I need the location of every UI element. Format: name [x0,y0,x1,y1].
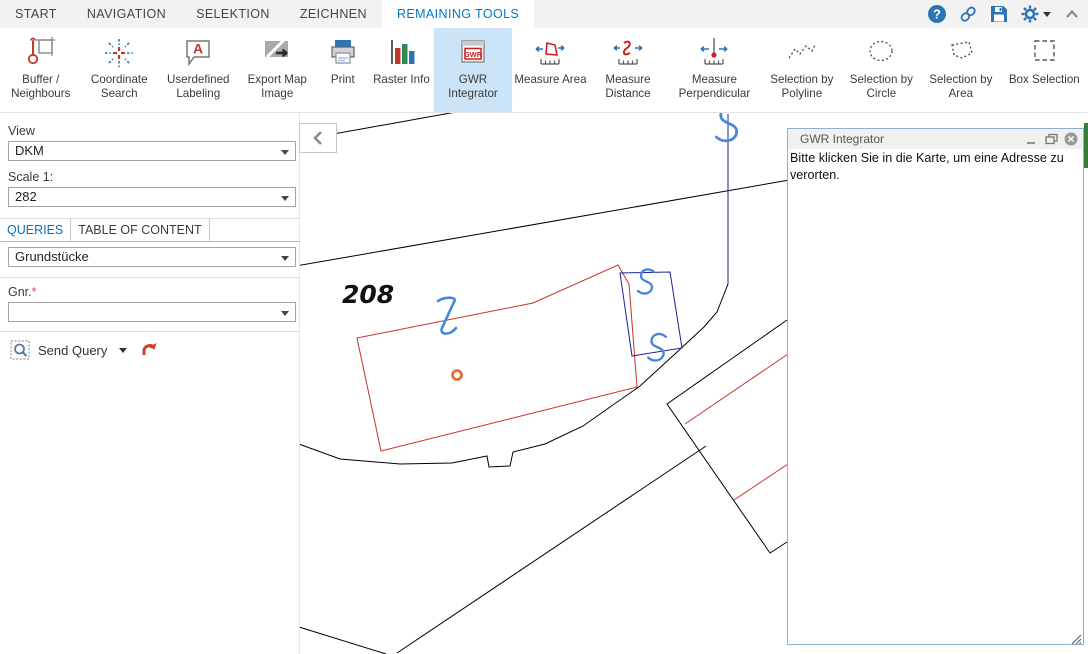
tool-export-map-image[interactable]: Export Map Image [237,28,316,112]
close-icon[interactable] [1063,132,1079,146]
view-select[interactable]: DKM [8,141,296,161]
send-query-icon [10,340,30,360]
map-z-symbol [438,298,456,334]
divider [0,331,300,332]
sidebar: View DKM Scale 1: 282 QUERIES TABLE OF C… [0,113,300,654]
svg-text:GWR: GWR [464,50,483,59]
map-parcel2-boundary [667,320,787,553]
map-s-symbol [638,269,654,293]
gnr-select[interactable] [8,302,296,322]
tool-userdefined-labeling[interactable]: A Userdefined Labeling [159,28,238,112]
buffer-neighbours-icon [24,34,58,72]
collapse-ribbon-icon[interactable] [1062,4,1082,24]
query-select[interactable]: Grundstücke [8,247,296,267]
toolbar: Buffer / Neighbours Coordinate Search A … [0,28,1088,113]
map-s-symbol [648,334,666,360]
raster-info-icon [384,34,418,72]
divider [0,277,300,278]
gwr-integrator-icon: GWR [456,34,490,72]
print-icon [326,34,360,72]
userdefined-labeling-icon: A [181,34,215,72]
restore-icon[interactable] [1043,132,1059,146]
tool-raster-info[interactable]: Raster Info [369,28,435,112]
map-road-edge [397,446,706,653]
chevron-left-icon [311,130,325,146]
svg-text:A: A [193,41,203,57]
menu-item-zeichnen[interactable]: ZEICHNEN [285,0,382,28]
gnr-label: Gnr.* [8,285,37,299]
panel-title: GWR Integrator [788,132,1023,146]
panel-titlebar[interactable]: GWR Integrator [788,129,1083,149]
panel-message: Bitte klicken Sie in die Karte, um eine … [788,149,1083,184]
help-icon[interactable]: ? [927,4,947,24]
tool-measure-area[interactable]: Measure Area [512,28,590,112]
view-label: View [8,124,35,138]
tab-queries[interactable]: QUERIES [0,219,71,241]
settings-caret-icon [1043,12,1051,17]
link-icon[interactable] [958,4,978,24]
map-building2-wall-a [685,354,788,424]
map-building2-wall-b [734,464,788,500]
send-query-button[interactable]: Send Query [38,343,107,358]
chevron-down-icon [281,311,289,316]
chevron-down-icon [281,256,289,261]
required-asterisk: * [32,285,37,299]
gwr-integrator-panel: GWR Integrator Bitte klicken Sie in die … [787,128,1084,645]
save-icon[interactable] [989,4,1009,24]
map-parcel-number: 208 [342,280,394,309]
export-map-image-icon [260,34,294,72]
send-query-row: Send Query [10,339,161,361]
scale-select[interactable]: 282 [8,187,296,207]
scale-label: Scale 1: [8,170,53,184]
sidebar-tabstrip: QUERIES TABLE OF CONTENT [0,218,300,242]
sidebar-collapse-button[interactable] [299,123,337,153]
map-parcel-boundary-sw [300,627,386,654]
coordinate-search-icon [102,34,136,72]
selection-polyline-icon [785,34,819,72]
measure-perpendicular-icon [697,34,731,72]
map-parcel-boundary-south [300,284,728,467]
menu-item-remaining-tools[interactable]: REMAINING TOOLS [382,0,534,28]
scrollbar-indicator[interactable] [1084,123,1088,168]
menubar: START NAVIGATION SELEKTION ZEICHNEN REMA… [0,0,1088,28]
tool-buffer-neighbours[interactable]: Buffer / Neighbours [2,28,80,112]
tool-coordinate-search[interactable]: Coordinate Search [80,28,159,112]
tool-selection-by-area[interactable]: Selection by Area [921,28,1000,112]
chevron-down-icon [281,150,289,155]
measure-area-icon [533,34,567,72]
tool-measure-perpendicular[interactable]: Measure Perpendicular [667,28,762,112]
tool-box-selection[interactable]: Box Selection [1001,28,1088,112]
tool-gwr-integrator[interactable]: GWR GWR Integrator [434,28,512,112]
menu-item-start[interactable]: START [0,0,72,28]
menu-item-navigation[interactable]: NAVIGATION [72,0,181,28]
menu-item-selektion[interactable]: SELEKTION [181,0,285,28]
map-point-marker [453,371,462,380]
tool-print[interactable]: Print [317,28,369,112]
menubar-icons: ? [927,0,1082,28]
map-building-208 [357,265,637,451]
settings-gear-icon[interactable] [1020,4,1051,24]
undo-icon[interactable] [141,341,161,359]
tool-selection-by-polyline[interactable]: Selection by Polyline [762,28,841,112]
chevron-down-icon [281,196,289,201]
tool-selection-by-circle[interactable]: Selection by Circle [842,28,921,112]
selection-area-icon [944,34,978,72]
box-selection-icon [1027,34,1061,72]
measure-distance-icon [611,34,645,72]
resize-grip[interactable] [1071,632,1082,643]
tab-table-of-content[interactable]: TABLE OF CONTENT [71,219,209,241]
selection-circle-icon [864,34,898,72]
minimize-icon[interactable] [1023,132,1039,146]
tool-measure-distance[interactable]: Measure Distance [589,28,667,112]
svg-text:?: ? [933,7,941,22]
send-query-dropdown-icon[interactable] [119,348,127,353]
